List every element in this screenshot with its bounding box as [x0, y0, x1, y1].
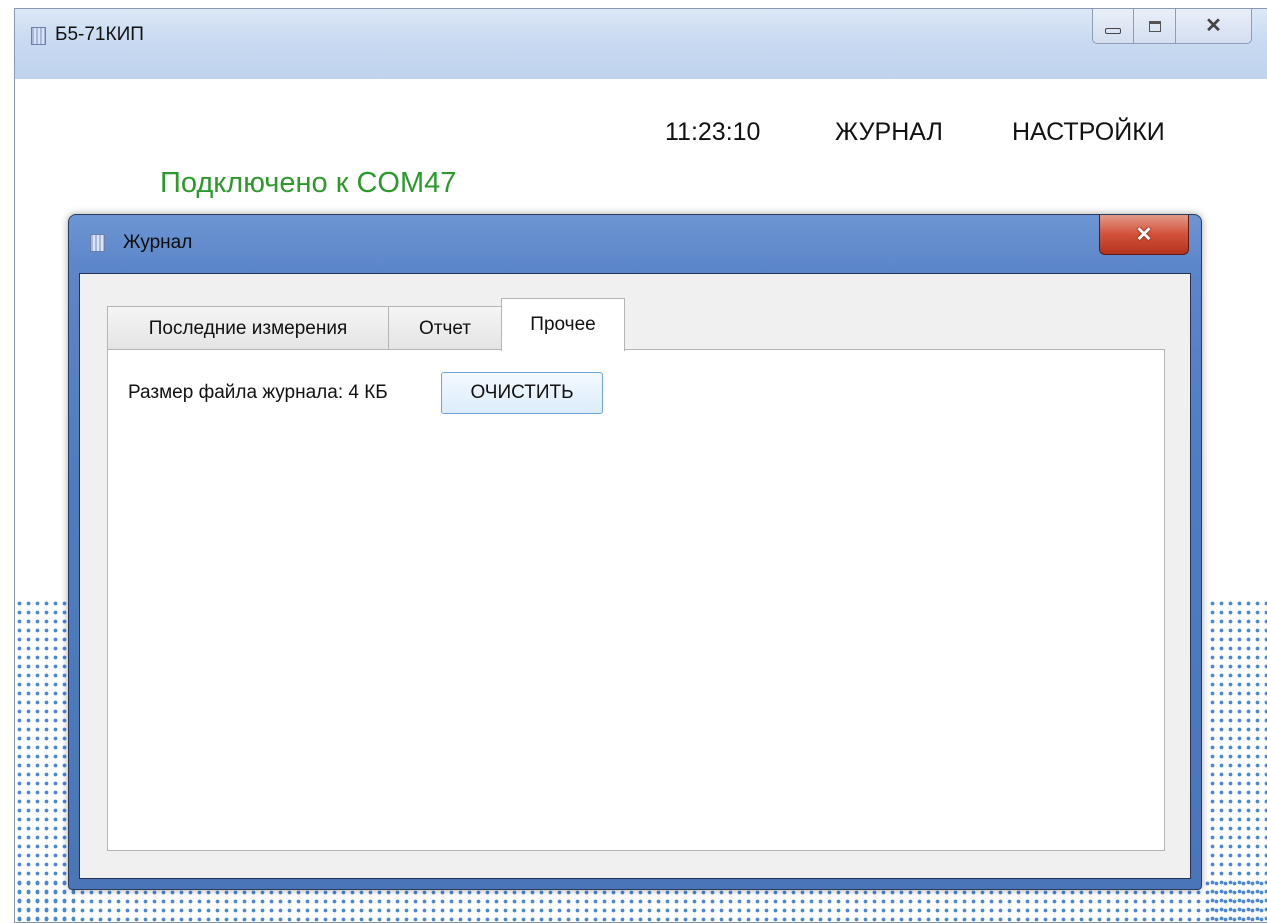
nav-journal[interactable]: ЖУРНАЛ [835, 118, 943, 147]
log-file-size-label: Размер файла журнала: 4 КБ [128, 382, 388, 403]
tab-panel-other: Размер файла журнала: 4 КБ ОЧИСТИТЬ [107, 349, 1165, 851]
close-icon: ✕ [1135, 224, 1153, 246]
dialog-titlebar[interactable]: Журнал ✕ [69, 215, 1201, 273]
decorative-dots-right [1208, 599, 1267, 922]
minimize-button[interactable] [1092, 9, 1134, 44]
nav-settings[interactable]: НАСТРОЙКИ [1012, 118, 1165, 147]
decorative-dots-left [15, 599, 75, 922]
close-button[interactable]: ✕ [1176, 9, 1252, 44]
close-icon: ✕ [1205, 15, 1222, 37]
maximize-button[interactable] [1134, 9, 1176, 44]
connection-status: Подключено к COM47 [160, 167, 457, 199]
dialog-close-button[interactable]: ✕ [1099, 215, 1189, 255]
dialog-title: Журнал [123, 232, 193, 253]
clear-log-button[interactable]: ОЧИСТИТЬ [441, 372, 603, 414]
maximize-icon [1148, 20, 1161, 32]
clock: 11:23:10 [665, 118, 761, 146]
minimize-icon [1105, 28, 1121, 34]
tab-other[interactable]: Прочее [501, 298, 625, 351]
main-titlebar[interactable]: Б5-71КИП ✕ [15, 9, 1267, 79]
journal-dialog: Журнал ✕ Последние измерения Отчет Проче… [68, 214, 1202, 890]
tab-recent-measurements[interactable]: Последние измерения [107, 306, 389, 350]
tab-report[interactable]: Отчет [388, 306, 502, 350]
caption-buttons: ✕ [1092, 9, 1252, 45]
app-icon [31, 27, 46, 45]
dialog-body: Последние измерения Отчет Прочее Размер … [79, 273, 1191, 879]
window-title: Б5-71КИП [55, 24, 144, 45]
app-icon [90, 234, 105, 252]
